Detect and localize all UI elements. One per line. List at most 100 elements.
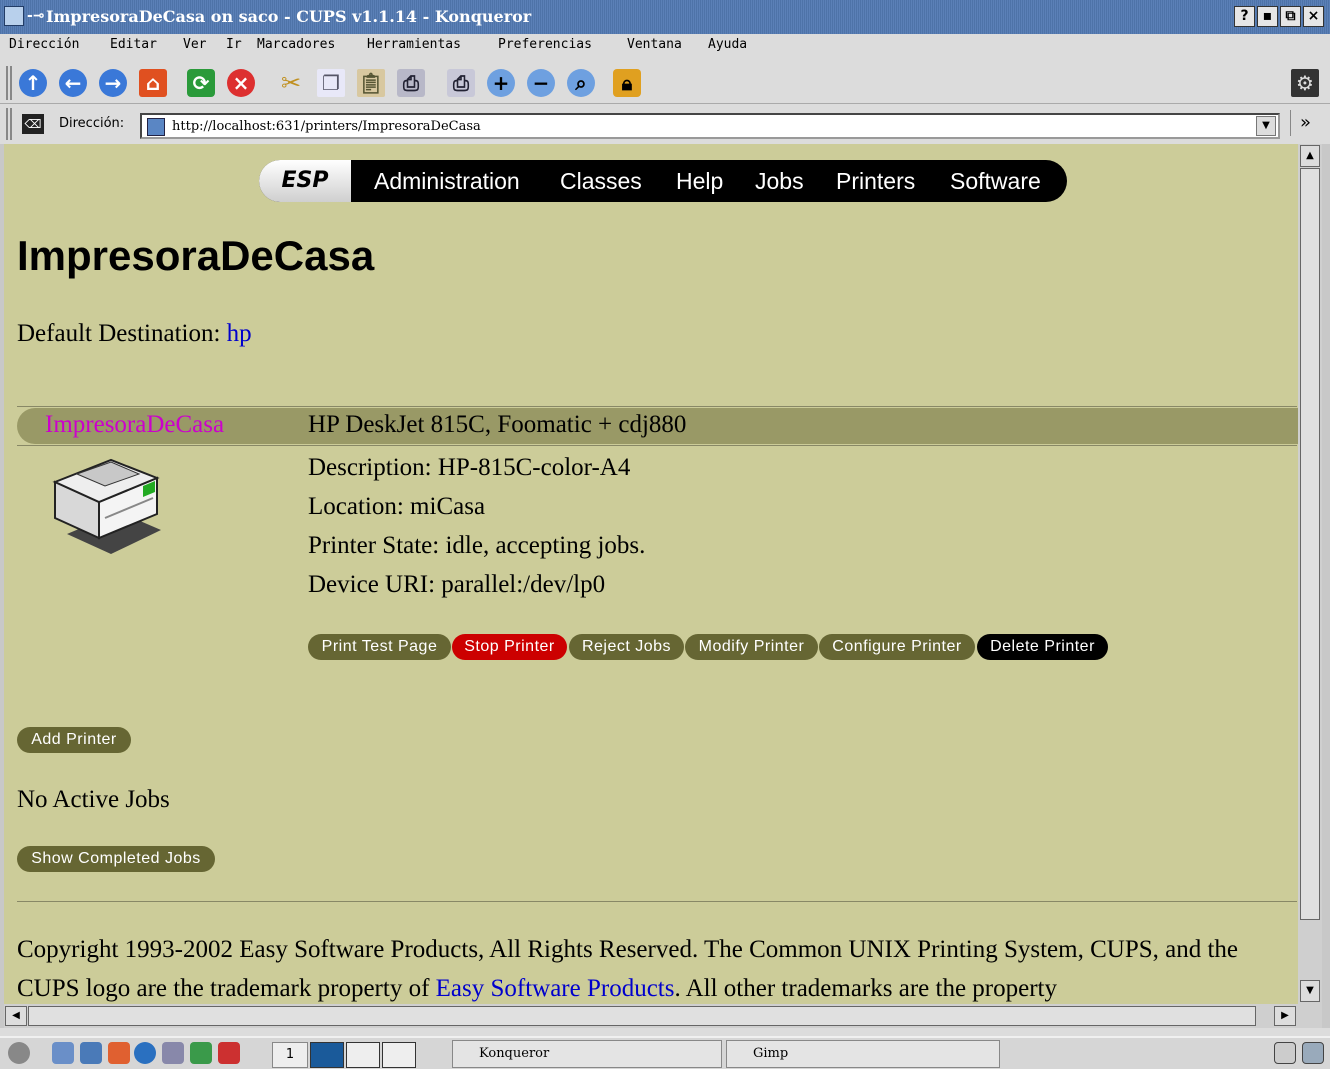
location-grip[interactable] xyxy=(6,108,12,140)
desktop-4-button[interactable] xyxy=(382,1042,416,1068)
forward-button[interactable]: → xyxy=(96,66,130,100)
forward-arrow-icon: → xyxy=(99,69,127,97)
task-gimp[interactable]: Gimp xyxy=(726,1040,1000,1068)
modify-printer-button[interactable]: Modify Printer xyxy=(685,634,818,660)
print-frame-button[interactable]: ⎙ xyxy=(444,66,478,100)
help-window-button[interactable]: ? xyxy=(1234,6,1255,27)
main-toolbar: ↑ ← → ⌂ ⟳ × ✂ ❐ 📋︎ ⎙ ⎙ + − ⌕ 🔒︎ ⚙ xyxy=(0,60,1330,104)
help-center-icon[interactable] xyxy=(218,1042,240,1064)
back-button[interactable]: ← xyxy=(56,66,90,100)
clipboard-icon[interactable] xyxy=(1274,1042,1296,1064)
scroll-up-icon[interactable]: ▲ xyxy=(1300,145,1320,167)
browser-globe-icon[interactable] xyxy=(134,1042,156,1064)
nav-classes[interactable]: Classes xyxy=(560,160,642,202)
divider xyxy=(17,406,1297,407)
separator xyxy=(1290,110,1294,136)
editor-icon[interactable] xyxy=(190,1042,212,1064)
vertical-scrollbar[interactable]: ▲ ▼ xyxy=(1298,144,1322,1004)
menu-preferencias[interactable]: Preferencias xyxy=(498,37,592,52)
location-toolbar: ⌫ Dirección: http://localhost:631/printe… xyxy=(0,104,1330,144)
desktop-2-button[interactable] xyxy=(310,1042,344,1068)
printer-manager-icon[interactable] xyxy=(162,1042,184,1064)
horizontal-scroll-thumb[interactable] xyxy=(28,1006,1256,1026)
delete-printer-button[interactable]: Delete Printer xyxy=(977,634,1108,660)
terminal-icon[interactable] xyxy=(80,1042,102,1064)
desktop-1-button[interactable]: 1 xyxy=(272,1042,308,1068)
menu-ayuda[interactable]: Ayuda xyxy=(708,37,747,52)
zoom-out-icon: − xyxy=(527,69,555,97)
printer-header-row: ImpresoraDeCasa HP DeskJet 815C, Foomati… xyxy=(17,408,1298,444)
menu-ventana[interactable]: Ventana xyxy=(627,37,682,52)
location-input[interactable]: http://localhost:631/printers/ImpresoraD… xyxy=(140,113,1280,139)
nav-software[interactable]: Software xyxy=(950,160,1041,202)
print-button[interactable]: ⎙ xyxy=(394,66,428,100)
throbber[interactable]: ⚙ xyxy=(1288,66,1322,100)
cups-navbar: ESP Administration Classes Help Jobs Pri… xyxy=(259,160,1067,202)
find-button[interactable]: ⌕ xyxy=(564,66,598,100)
minimize-button[interactable]: ▪ xyxy=(1257,6,1278,27)
copyright-post: . All other trademarks are the property xyxy=(674,975,1057,1002)
zoom-in-icon: + xyxy=(487,69,515,97)
cut-button[interactable]: ✂ xyxy=(274,66,308,100)
up-button[interactable]: ↑ xyxy=(16,66,50,100)
reload-icon: ⟳ xyxy=(187,69,215,97)
vertical-scroll-thumb[interactable] xyxy=(1300,168,1320,920)
home-button[interactable]: ⌂ xyxy=(136,66,170,100)
toolbar-grip[interactable] xyxy=(6,66,12,100)
pin-icon[interactable]: -⊸ xyxy=(27,8,45,24)
menu-editar[interactable]: Editar xyxy=(110,37,157,52)
configure-printer-button[interactable]: Configure Printer xyxy=(819,634,975,660)
up-arrow-icon: ↑ xyxy=(19,69,47,97)
stop-printer-button[interactable]: Stop Printer xyxy=(452,634,567,660)
default-destination-link[interactable]: hp xyxy=(227,320,252,347)
gear-icon: ⚙ xyxy=(1291,69,1319,97)
task-konqueror[interactable]: Konqueror xyxy=(452,1040,722,1068)
paste-button[interactable]: 📋︎ xyxy=(354,66,388,100)
desktop-3-button[interactable] xyxy=(346,1042,380,1068)
printer-name-link[interactable]: ImpresoraDeCasa xyxy=(45,411,224,439)
home-icon: ⌂ xyxy=(139,69,167,97)
zoom-out-button[interactable]: − xyxy=(524,66,558,100)
scroll-right-icon[interactable]: ▶ xyxy=(1274,1006,1296,1026)
maximize-button[interactable]: ⧉ xyxy=(1280,6,1301,27)
copy-button[interactable]: ❐ xyxy=(314,66,348,100)
scroll-left-icon[interactable]: ◀ xyxy=(5,1006,27,1026)
nav-help[interactable]: Help xyxy=(676,160,723,202)
menu-marcadores[interactable]: Marcadores xyxy=(257,37,335,52)
menu-ver[interactable]: Ver xyxy=(183,37,206,52)
easy-software-link[interactable]: Easy Software Products xyxy=(436,975,675,1002)
home-folder-icon[interactable] xyxy=(108,1042,130,1064)
horizontal-scrollbar[interactable]: ◀ ▶ xyxy=(4,1004,1298,1028)
stop-button[interactable]: × xyxy=(224,66,258,100)
reload-button[interactable]: ⟳ xyxy=(184,66,218,100)
toolbar-overflow-button[interactable]: » xyxy=(1300,112,1311,133)
konqueror-app-icon[interactable] xyxy=(4,6,24,26)
show-desktop-icon[interactable] xyxy=(52,1042,74,1064)
location-label: Dirección: xyxy=(59,116,125,131)
close-window-button[interactable]: × xyxy=(1303,6,1324,27)
window-titlebar[interactable]: -⊸ ImpresoraDeCasa on saco - CUPS v1.1.1… xyxy=(0,0,1330,34)
show-completed-jobs-button[interactable]: Show Completed Jobs xyxy=(17,846,215,872)
zoom-in-button[interactable]: + xyxy=(484,66,518,100)
nav-jobs[interactable]: Jobs xyxy=(755,160,804,202)
location-dropdown-icon[interactable]: ▼ xyxy=(1256,116,1276,136)
clear-location-icon[interactable]: ⌫ xyxy=(22,114,44,134)
esp-logo[interactable]: ESP xyxy=(259,160,351,202)
print-test-page-button[interactable]: Print Test Page xyxy=(308,634,451,660)
statusbar xyxy=(0,1028,1330,1036)
clock-icon[interactable] xyxy=(1302,1042,1324,1064)
page-viewport: ESP Administration Classes Help Jobs Pri… xyxy=(4,144,1298,1004)
add-printer-button[interactable]: Add Printer xyxy=(17,727,131,753)
nav-administration[interactable]: Administration xyxy=(374,160,520,202)
reject-jobs-button[interactable]: Reject Jobs xyxy=(569,634,684,660)
security-button[interactable]: 🔒︎ xyxy=(610,66,644,100)
menubar: Dirección Editar Ver Ir Marcadores Herra… xyxy=(0,34,1330,60)
menu-direccion[interactable]: Dirección xyxy=(9,37,79,52)
copyright-text: Copyright 1993-2002 Easy Software Produc… xyxy=(17,930,1293,1004)
menu-herramientas[interactable]: Herramientas xyxy=(367,37,461,52)
menu-ir[interactable]: Ir xyxy=(226,37,242,52)
kde-menu-icon[interactable] xyxy=(8,1042,30,1064)
nav-printers[interactable]: Printers xyxy=(836,160,915,202)
scroll-down-icon[interactable]: ▼ xyxy=(1300,980,1320,1002)
kde-panel: 1 Konqueror Gimp xyxy=(0,1036,1330,1069)
